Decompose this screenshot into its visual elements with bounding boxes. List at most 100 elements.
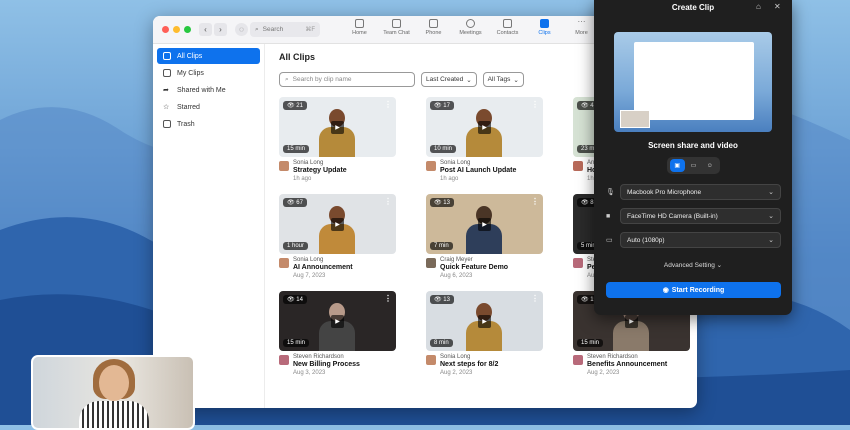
contacts-icon: [503, 19, 512, 28]
camera-select[interactable]: FaceTime HD Camera (Built-in) ⌄: [620, 208, 781, 224]
clip-card[interactable]: 👁 13 8 min ▶ ⋮ Sonia Long Next steps for…: [426, 291, 543, 376]
back-button[interactable]: ‹: [199, 23, 212, 36]
nav-home[interactable]: Home: [341, 19, 378, 36]
clip-title[interactable]: Benefits Announcement: [587, 361, 690, 368]
more-options-icon[interactable]: ⋮: [531, 100, 539, 109]
clip-title[interactable]: Next steps for 8/2: [440, 361, 543, 368]
clip-card[interactable]: 👁 21 15 min ▶ ⋮ Sonia Long Strategy Upda…: [279, 97, 396, 182]
nav-label: More: [575, 30, 588, 36]
more-options-icon[interactable]: ⋮: [384, 294, 392, 303]
play-icon[interactable]: ▶: [331, 315, 344, 328]
microphone-icon: 🎙: [606, 189, 615, 196]
nav-meetings[interactable]: Meetings: [452, 19, 489, 36]
clip-meta: Steven Richardson New Billing Process Au…: [279, 354, 396, 376]
nav-clips[interactable]: Clips: [526, 19, 563, 36]
close-window-button[interactable]: [162, 26, 169, 33]
minimize-window-button[interactable]: [173, 26, 180, 33]
clip-title[interactable]: Quick Feature Demo: [440, 264, 543, 271]
chevron-down-icon: ⌄: [716, 262, 723, 269]
nav-phone[interactable]: Phone: [415, 19, 452, 36]
search-shortcut: ⌘F: [305, 27, 315, 33]
record-dot-icon: ◉: [662, 287, 669, 294]
nav-contacts[interactable]: Contacts: [489, 19, 526, 36]
more-options-icon[interactable]: ⋮: [531, 197, 539, 206]
clip-title[interactable]: AI Announcement: [293, 264, 396, 271]
clip-thumbnail[interactable]: 👁 13 7 min ▶ ⋮: [426, 194, 543, 254]
sidebar-item-all-clips[interactable]: All Clips: [157, 48, 260, 64]
global-search[interactable]: ⌕ Search ⌘F: [250, 22, 320, 37]
screen-and-video-mode-button[interactable]: ▣: [669, 159, 685, 172]
clip-thumbnail[interactable]: 👁 67 1 hour ▶ ⋮: [279, 194, 396, 254]
sidebar-item-my-clips[interactable]: My Clips: [157, 65, 260, 81]
chevron-down-icon: ⌄: [768, 213, 774, 220]
view-count: 14: [296, 297, 303, 303]
duration-badge: 7 min: [430, 242, 453, 250]
chat-bubble-button[interactable]: ◌: [235, 23, 248, 36]
view-count: 17: [443, 103, 450, 109]
play-icon[interactable]: ▶: [478, 121, 491, 134]
chevron-down-icon: ⌄: [768, 237, 774, 244]
more-options-icon[interactable]: ⋮: [531, 294, 539, 303]
chevron-down-icon: ⌄: [513, 76, 519, 84]
clip-date: Aug 6, 2023: [440, 273, 473, 279]
clip-card[interactable]: 👁 17 10 min ▶ ⋮ Sonia Long Post AI Launc…: [426, 97, 543, 182]
sidebar-item-trash[interactable]: Trash: [157, 116, 260, 132]
forward-button[interactable]: ›: [214, 23, 227, 36]
trash-icon: [163, 120, 171, 128]
more-options-icon[interactable]: ⋮: [384, 100, 392, 109]
avatar: [573, 161, 583, 171]
chevron-down-icon: ⌄: [768, 189, 774, 196]
play-icon[interactable]: ▶: [331, 218, 344, 231]
play-icon[interactable]: ▶: [331, 121, 344, 134]
screen-only-mode-button[interactable]: ▭: [686, 159, 701, 172]
video-camera-icon: ■: [606, 212, 611, 220]
clip-title[interactable]: New Billing Process: [293, 361, 396, 368]
start-recording-button[interactable]: ◉ Start Recording: [606, 282, 781, 298]
clip-title[interactable]: Strategy Update: [293, 167, 396, 174]
sidebar-item-starred[interactable]: ☆ Starred: [157, 99, 260, 115]
resolution-select[interactable]: Auto (1080p) ⌄: [620, 232, 781, 248]
advanced-setting-toggle[interactable]: Advanced Setting ⌄: [594, 261, 792, 269]
play-icon[interactable]: ▶: [478, 315, 491, 328]
view-count: 21: [296, 103, 303, 109]
clip-thumbnail[interactable]: 👁 13 8 min ▶ ⋮: [426, 291, 543, 351]
monitor-icon: ▭: [606, 237, 613, 244]
microphone-select[interactable]: Macbook Pro Microphone ⌄: [620, 184, 781, 200]
sort-select[interactable]: Last Created ⌄: [421, 72, 477, 87]
chat-bubble-icon: ◌: [239, 25, 244, 34]
nav-team-chat[interactable]: Team Chat: [378, 19, 415, 36]
clip-thumbnail[interactable]: 👁 14 15 min ▶ ⋮: [279, 291, 396, 351]
play-icon[interactable]: ▶: [625, 315, 638, 328]
avatar: [426, 355, 436, 365]
screen-preview: [634, 42, 754, 120]
clip-title[interactable]: Post AI Launch Update: [440, 167, 543, 174]
clip-meta: Steven Richardson Benefits Announcement …: [573, 354, 690, 376]
sidebar-item-shared-with-me[interactable]: ➦ Shared with Me: [157, 82, 260, 98]
star-icon: ☆: [163, 104, 170, 111]
clip-author: Sonia Long: [293, 257, 324, 263]
clip-card[interactable]: 👁 14 15 min ▶ ⋮ Steven Richardson New Bi…: [279, 291, 396, 376]
clip-author: Sonia Long: [293, 160, 324, 166]
clip-card[interactable]: 👁 67 1 hour ▶ ⋮ Sonia Long AI Announceme…: [279, 194, 396, 279]
maximize-window-button[interactable]: [184, 26, 191, 33]
avatar: [279, 161, 289, 171]
video-only-mode-button[interactable]: ☺: [702, 159, 717, 172]
close-icon[interactable]: ✕: [774, 2, 781, 11]
clip-meta: Sonia Long Next steps for 8/2 Aug 2, 202…: [426, 354, 543, 376]
clip-date: 1h ago: [293, 176, 312, 182]
mode-label: Screen share and video: [648, 141, 738, 150]
clip-thumbnail[interactable]: 👁 17 10 min ▶ ⋮: [426, 97, 543, 157]
sort-label: Last Created: [426, 76, 464, 83]
clip-thumbnail[interactable]: 👁 21 15 min ▶ ⋮: [279, 97, 396, 157]
clip-card[interactable]: 👁 13 7 min ▶ ⋮ Craig Meyer Quick Feature…: [426, 194, 543, 279]
create-clip-panel: Create Clip ⌂ ✕ Screen share and video ▣…: [594, 0, 792, 315]
clip-date: Aug 3, 2023: [293, 370, 326, 376]
clip-search-input[interactable]: ⌕ Search by clip name: [279, 72, 415, 87]
webcam-preview-overlay[interactable]: [31, 355, 195, 430]
nav-label: Home: [352, 30, 367, 36]
home-icon[interactable]: ⌂: [756, 2, 761, 11]
tags-select[interactable]: All Tags ⌄: [482, 72, 524, 87]
clip-search-placeholder: Search by clip name: [292, 76, 352, 83]
more-options-icon[interactable]: ⋮: [384, 197, 392, 206]
play-icon[interactable]: ▶: [478, 218, 491, 231]
